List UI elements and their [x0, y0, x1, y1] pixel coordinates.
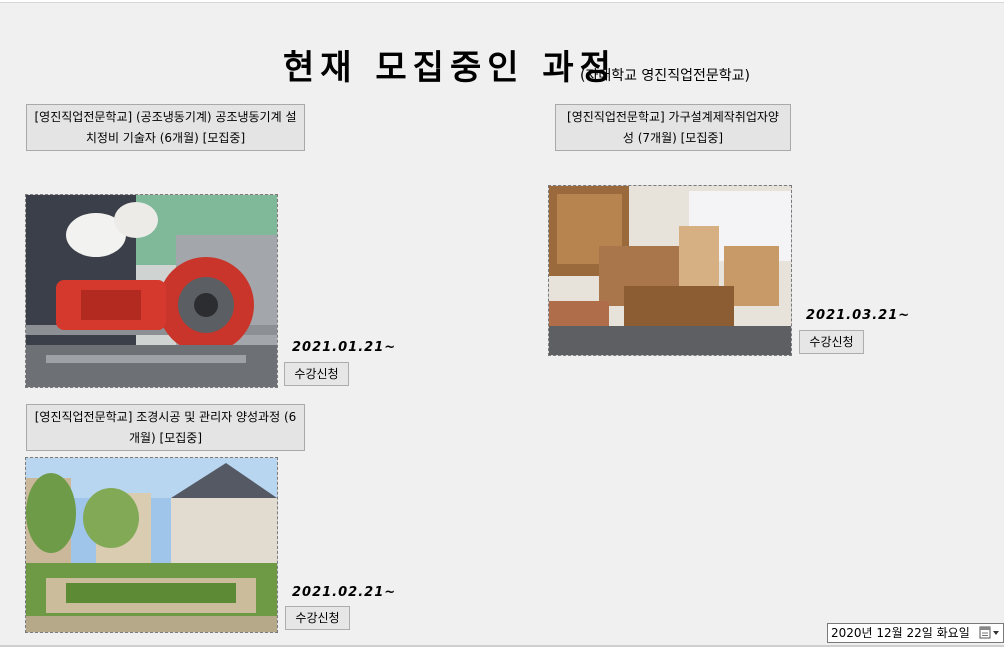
top-border: [0, 0, 1004, 3]
garden-image: [26, 458, 277, 632]
enroll-button-landscape[interactable]: 수강신청: [285, 606, 350, 630]
course-photo-furniture[interactable]: [548, 185, 792, 356]
enroll-button-hvac[interactable]: 수강신청: [284, 362, 349, 386]
course-photo-landscape[interactable]: [25, 457, 278, 633]
date-picker-value: 2020년 12월 22일 화요일: [831, 626, 970, 640]
calendar-dropdown-icon[interactable]: [978, 625, 1002, 641]
course-start-date-hvac: 2021.01.21~: [292, 340, 397, 355]
course-title-landscape[interactable]: [영진직업전문학교] 조경시공 및 관리자 양성과정 (6개월) [모집중]: [26, 404, 305, 451]
page-subtitle: (자매학교 영진직업전문학교): [580, 68, 750, 84]
course-start-date-landscape: 2021.02.21~: [292, 585, 397, 600]
wooden-furniture-image: [549, 186, 791, 355]
course-start-date-furniture: 2021.03.21~: [806, 308, 911, 323]
course-title-furniture[interactable]: [영진직업전문학교] 가구설계제작취업자양성 (7개월) [모집중]: [555, 104, 791, 151]
course-photo-hvac[interactable]: [25, 194, 278, 388]
enroll-button-furniture[interactable]: 수강신청: [799, 330, 864, 354]
pipe-threader-image: [26, 195, 277, 387]
page-title: 현재 모집중인 과정: [283, 48, 617, 88]
date-picker[interactable]: 2020년 12월 22일 화요일: [827, 623, 1004, 643]
course-title-hvac[interactable]: [영진직업전문학교] (공조냉동기계) 공조냉동기계 설치정비 기술자 (6개월…: [26, 104, 305, 151]
